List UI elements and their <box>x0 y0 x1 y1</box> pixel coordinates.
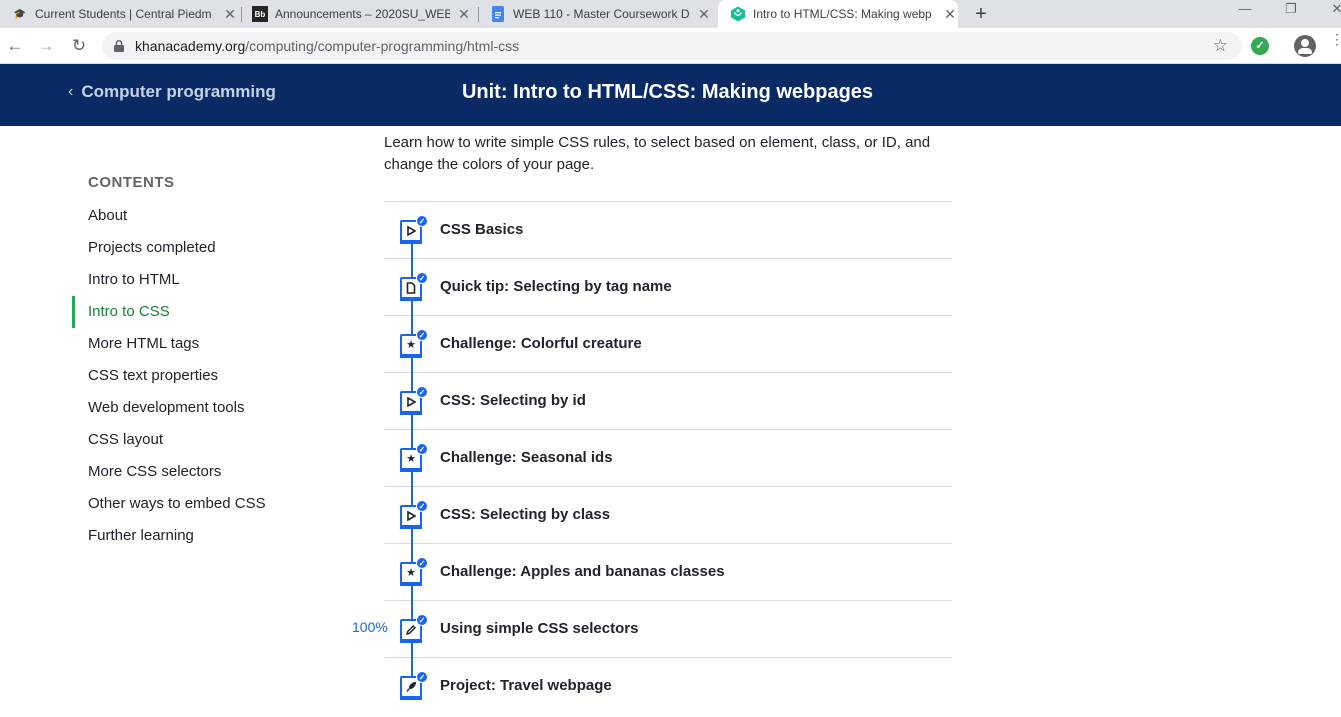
new-tab-button[interactable]: + <box>970 3 992 25</box>
profile-avatar-icon[interactable] <box>1294 35 1316 57</box>
contents-heading: CONTENTS <box>88 174 175 191</box>
lesson-item[interactable]: ★ ✓ Challenge: Apples and bananas classe… <box>384 544 952 601</box>
lesson-title: CSS: Selecting by class <box>440 506 611 523</box>
tab-title: Current Students | Central Piedm <box>35 7 212 21</box>
lesson-item[interactable]: ✓ Quick tip: Selecting by tag name <box>384 259 952 316</box>
lesson-item[interactable]: ✓ Using simple CSS selectors <box>384 601 952 658</box>
checkmark-icon: ✓ <box>416 443 428 455</box>
checkmark-icon: ✓ <box>416 500 428 512</box>
unit-intro-text: Learn how to write simple CSS rules, to … <box>384 134 931 173</box>
khan-academy-icon <box>730 6 746 22</box>
lesson-item[interactable]: ✓ CSS Basics <box>384 202 952 259</box>
lesson-title: Challenge: Seasonal ids <box>440 449 613 466</box>
sidebar-item-intro-to-css[interactable]: Intro to CSS <box>72 296 352 328</box>
sidebar-nav: About Projects completed Intro to HTML I… <box>72 200 352 552</box>
tab-title: Intro to HTML/CSS: Making webp <box>753 7 932 21</box>
minimize-button[interactable]: — <box>1222 0 1268 28</box>
checkmark-icon: ✓ <box>416 557 428 569</box>
checkmark-icon: ✓ <box>416 671 428 683</box>
browser-tab[interactable]: Bb Announcements – 2020SU_WEB1 ✕ <box>252 0 472 28</box>
browser-menu-icon[interactable]: ⋮ <box>1330 32 1341 46</box>
browser-tab[interactable]: WEB 110 - Master Coursework D ✕ <box>490 0 712 28</box>
blackboard-icon: Bb <box>252 6 268 22</box>
browser-tab-strip: 🎓 Current Students | Central Piedm ✕ Bb … <box>0 0 1341 28</box>
url-domain: khanacademy.org <box>135 38 246 54</box>
checkmark-icon: ✓ <box>416 329 428 341</box>
close-icon[interactable]: ✕ <box>696 6 712 22</box>
lesson-item[interactable]: ✓ CSS: Selecting by id <box>384 373 952 430</box>
sidebar-item-further-learning[interactable]: Further learning <box>72 520 352 552</box>
browser-tab-active[interactable]: Intro to HTML/CSS: Making webp ✕ <box>718 0 958 28</box>
checkmark-icon: ✓ <box>416 614 428 626</box>
sidebar-item-css-text-properties[interactable]: CSS text properties <box>72 360 352 392</box>
reload-icon[interactable]: ↻ <box>67 34 91 58</box>
sidebar-item-other-ways-to-embed-css[interactable]: Other ways to embed CSS <box>72 488 352 520</box>
close-icon[interactable]: ✕ <box>456 6 472 22</box>
sidebar-item-projects-completed[interactable]: Projects completed <box>72 232 352 264</box>
lesson-title: Using simple CSS selectors <box>440 620 639 637</box>
browser-toolbar: ← → ↻ khanacademy.org/computing/computer… <box>0 28 1341 64</box>
tab-separator <box>478 7 479 22</box>
sidebar-item-css-layout[interactable]: CSS layout <box>72 424 352 456</box>
lesson-title: Challenge: Apples and bananas classes <box>440 563 725 580</box>
url-text: khanacademy.org/computing/computer-progr… <box>135 32 519 60</box>
lesson-list: ✓ CSS Basics ✓ Quick tip: Selecting by t… <box>384 201 952 715</box>
lesson-title: CSS: Selecting by id <box>440 392 586 409</box>
browser-tab[interactable]: 🎓 Current Students | Central Piedm ✕ <box>12 0 238 28</box>
lesson-title: Quick tip: Selecting by tag name <box>440 278 672 295</box>
lesson-item[interactable]: ★ ✓ Challenge: Seasonal ids <box>384 430 952 487</box>
lesson-item[interactable]: ✓ CSS: Selecting by class <box>384 487 952 544</box>
tab-title: WEB 110 - Master Coursework D <box>513 7 690 21</box>
address-bar[interactable]: khanacademy.org/computing/computer-progr… <box>102 32 1242 60</box>
progress-percent: 100% <box>352 619 388 635</box>
sidebar-item-more-css-selectors[interactable]: More CSS selectors <box>72 456 352 488</box>
lesson-title: Challenge: Colorful creature <box>440 335 642 352</box>
sidebar-item-more-html-tags[interactable]: More HTML tags <box>72 328 352 360</box>
close-icon[interactable]: ✕ <box>942 6 958 22</box>
unit-header: ‹ Computer programming Unit: Intro to HT… <box>0 64 1341 126</box>
graduation-cap-icon: 🎓 <box>13 8 27 20</box>
extension-check-icon[interactable]: ✓ <box>1251 37 1269 55</box>
window-close-button[interactable]: ✕ <box>1314 0 1341 28</box>
checkmark-icon: ✓ <box>416 215 428 227</box>
lesson-title: CSS Basics <box>440 221 524 238</box>
sidebar-item-about[interactable]: About <box>72 200 352 232</box>
checkmark-icon: ✓ <box>416 386 428 398</box>
restore-button[interactable]: ❐ <box>1268 0 1314 28</box>
lesson-item[interactable]: ★ ✓ Challenge: Colorful creature <box>384 316 952 373</box>
lesson-item[interactable]: ✓ Project: Travel webpage <box>384 658 952 715</box>
sidebar-item-web-development-tools[interactable]: Web development tools <box>72 392 352 424</box>
lesson-title: Project: Travel webpage <box>440 677 612 694</box>
close-icon[interactable]: ✕ <box>222 6 238 22</box>
back-arrow-icon[interactable]: ← <box>3 34 27 58</box>
forward-arrow-icon[interactable]: → <box>34 34 58 58</box>
tab-title: Announcements – 2020SU_WEB1 <box>275 7 450 21</box>
lock-icon <box>114 40 124 52</box>
google-docs-icon <box>490 6 506 22</box>
url-path: /computing/computer-programming/html-css <box>245 38 520 54</box>
bookmark-star-icon[interactable]: ☆ <box>1213 32 1228 60</box>
checkmark-icon: ✓ <box>416 272 428 284</box>
unit-title-text: Unit: Intro to HTML/CSS: Making webpages <box>461 81 874 103</box>
tab-separator <box>241 7 242 22</box>
unit-title: Unit: Intro to HTML/CSS: Making webpages <box>0 81 1341 104</box>
sidebar-item-intro-to-html[interactable]: Intro to HTML <box>72 264 352 296</box>
